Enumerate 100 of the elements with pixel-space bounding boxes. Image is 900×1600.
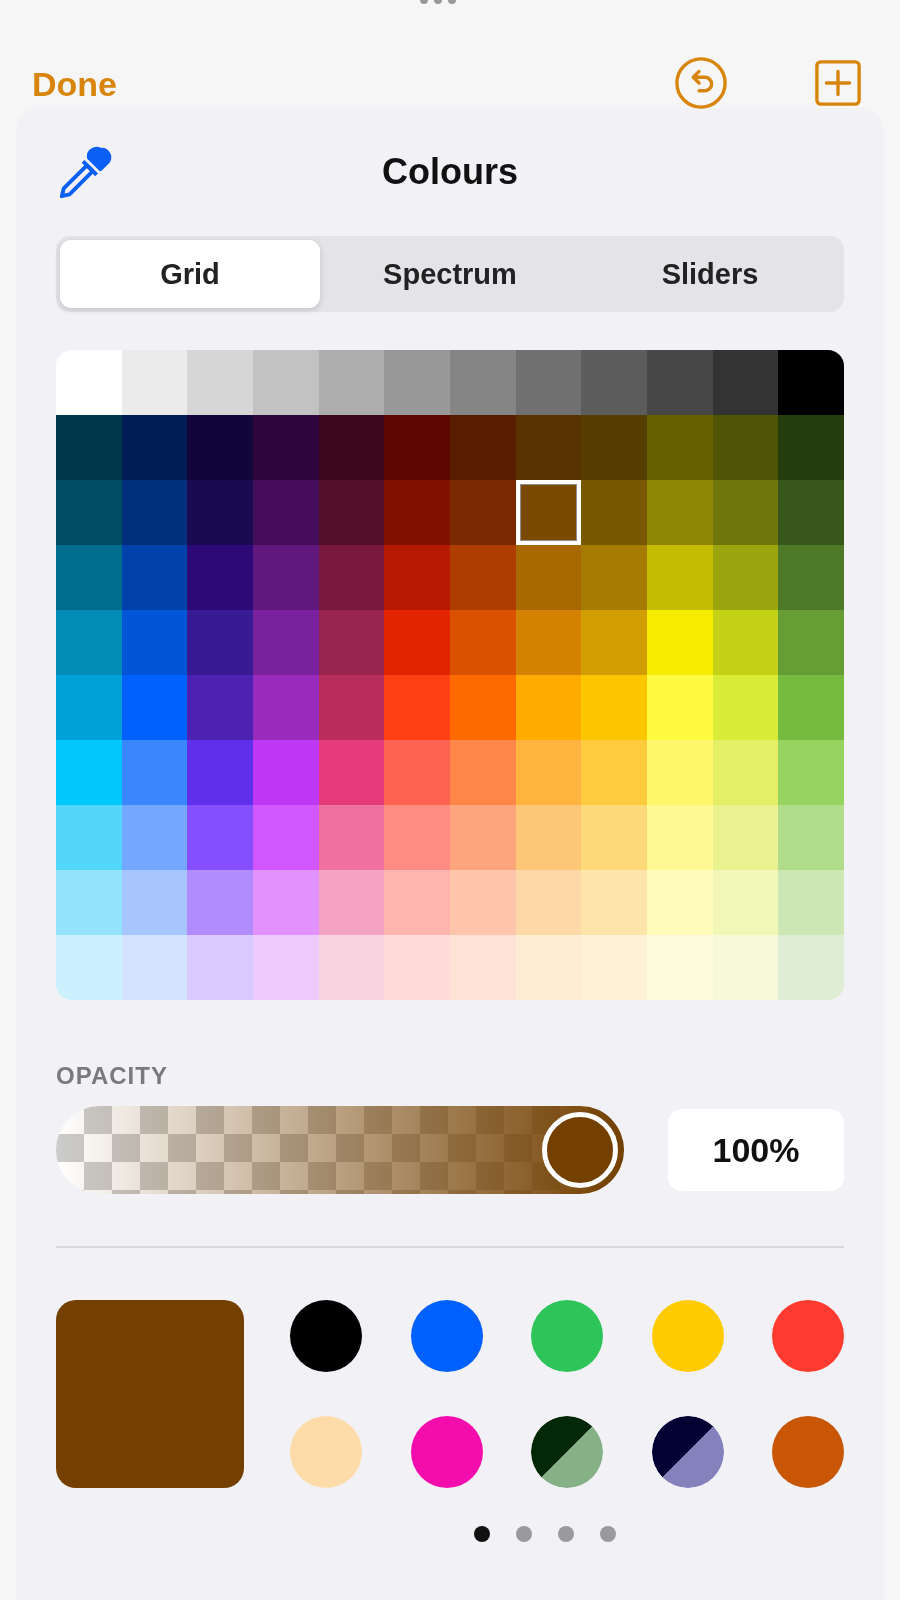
swatch-half[interactable] [531,1416,593,1478]
color-swatch[interactable] [56,415,122,480]
color-swatch[interactable] [712,805,779,870]
color-swatch[interactable] [384,350,450,415]
color-swatch[interactable] [121,415,188,480]
color-swatch[interactable] [647,675,713,740]
color-swatch[interactable] [253,870,319,935]
slider-thumb[interactable] [542,1112,618,1188]
color-swatch[interactable] [384,675,450,740]
color-swatch[interactable] [450,870,516,935]
color-swatch[interactable] [253,675,319,740]
color-swatch[interactable] [647,870,713,935]
color-swatch[interactable] [121,935,188,1000]
color-swatch[interactable] [581,870,647,935]
color-swatch[interactable] [56,350,122,415]
swatch-half[interactable] [662,1426,724,1488]
color-swatch[interactable] [318,740,385,805]
color-swatch[interactable] [515,610,582,675]
color-swatch[interactable] [515,935,582,1000]
page-dot[interactable] [558,1526,574,1542]
color-swatch[interactable] [187,870,253,935]
color-swatch[interactable] [450,675,516,740]
color-swatch[interactable] [121,870,188,935]
color-swatch[interactable] [778,740,844,805]
color-swatch[interactable] [384,545,450,610]
color-swatch[interactable] [450,935,516,1000]
color-swatch[interactable] [450,545,516,610]
color-swatch[interactable] [121,545,188,610]
color-swatch[interactable] [778,545,844,610]
color-swatch[interactable] [187,350,253,415]
color-swatch[interactable] [712,545,779,610]
color-swatch[interactable] [253,740,319,805]
color-swatch[interactable] [121,350,188,415]
color-swatch[interactable] [778,480,844,545]
color-swatch[interactable] [121,805,188,870]
swatch-half[interactable] [541,1426,603,1488]
color-swatch[interactable] [450,740,516,805]
color-swatch[interactable] [318,935,385,1000]
color-swatch[interactable] [56,545,122,610]
color-swatch[interactable] [712,350,779,415]
color-swatch[interactable] [318,870,385,935]
color-swatch[interactable] [581,480,647,545]
color-swatch[interactable] [253,415,319,480]
color-swatch[interactable] [450,415,516,480]
color-swatch[interactable] [581,740,647,805]
color-swatch[interactable] [187,935,253,1000]
color-swatch[interactable] [318,350,385,415]
color-swatch[interactable] [515,415,582,480]
color-swatch[interactable] [253,545,319,610]
color-swatch[interactable] [318,675,385,740]
color-swatch[interactable] [318,545,385,610]
color-swatch[interactable] [121,740,188,805]
color-swatch[interactable] [384,935,450,1000]
color-swatch[interactable] [581,415,647,480]
opacity-field[interactable]: 100% [668,1109,844,1191]
color-swatch[interactable] [581,545,647,610]
color-swatch[interactable] [712,870,779,935]
color-swatch[interactable] [121,480,188,545]
color-swatch[interactable] [187,415,253,480]
swatch-half[interactable] [651,1416,713,1478]
color-swatch[interactable] [56,935,122,1000]
color-swatch[interactable] [384,415,450,480]
color-swatch[interactable] [647,350,713,415]
color-swatch[interactable] [515,870,582,935]
color-swatch[interactable] [647,415,713,480]
color-swatch[interactable] [712,480,779,545]
color-swatch[interactable] [515,805,582,870]
color-swatch[interactable] [581,610,647,675]
color-swatch[interactable] [778,870,844,935]
color-swatch[interactable] [515,675,582,740]
color-swatch[interactable] [318,480,385,545]
color-swatch[interactable] [56,870,122,935]
color-swatch[interactable] [56,740,122,805]
color-swatch[interactable] [450,480,516,545]
color-swatch[interactable] [515,545,582,610]
color-swatch[interactable] [647,740,713,805]
color-swatch[interactable] [647,545,713,610]
color-swatch[interactable] [778,935,844,1000]
color-swatch[interactable] [581,675,647,740]
color-swatch[interactable] [581,935,647,1000]
page-dot[interactable] [474,1526,490,1542]
color-swatch[interactable] [318,415,385,480]
color-swatch[interactable] [778,610,844,675]
color-swatch[interactable] [56,805,122,870]
color-swatch[interactable] [187,740,253,805]
undo-icon[interactable] [674,56,728,110]
color-swatch[interactable] [647,805,713,870]
color-swatch[interactable] [318,805,385,870]
color-swatch[interactable] [253,480,319,545]
color-swatch[interactable] [712,415,779,480]
color-swatch[interactable] [712,740,779,805]
color-swatch[interactable] [778,805,844,870]
page-dot[interactable] [516,1526,532,1542]
color-swatch[interactable] [515,350,582,415]
color-swatch[interactable] [647,610,713,675]
tab[interactable]: Grid [60,240,320,308]
color-swatch[interactable] [253,805,319,870]
color-swatch[interactable] [56,480,122,545]
color-swatch[interactable] [647,480,713,545]
color-swatch[interactable] [253,610,319,675]
